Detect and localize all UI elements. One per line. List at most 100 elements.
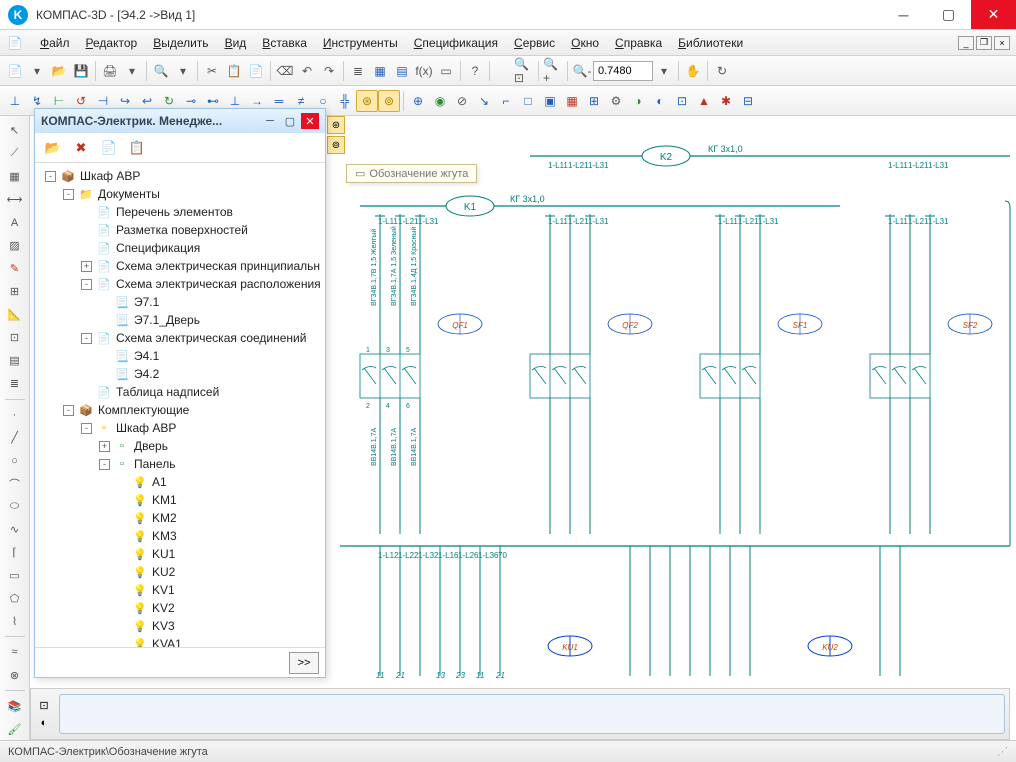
tree-item[interactable]: 💡KV3	[37, 617, 323, 635]
paste-button[interactable]: 📄	[245, 60, 267, 82]
vt-circle[interactable]: ○	[3, 450, 27, 472]
new-button[interactable]: 📄	[4, 60, 26, 82]
tree-item[interactable]: 💡KM2	[37, 509, 323, 527]
tree-item[interactable]: 📃Э7.1	[37, 293, 323, 311]
tree-item[interactable]: 💡KM1	[37, 491, 323, 509]
vt-reports[interactable]: ≣	[3, 373, 27, 395]
tb2-20[interactable]: ◉	[429, 90, 451, 112]
cmd-icon-2[interactable]: ◐	[35, 715, 53, 731]
tb2-34[interactable]: ⊟	[737, 90, 759, 112]
vt-select[interactable]: ⊡	[3, 327, 27, 349]
tree-item[interactable]: +▫Дверь	[37, 437, 323, 455]
tree-expander[interactable]: -	[81, 423, 92, 434]
tree-item[interactable]: -📦Шкаф АВР	[37, 167, 323, 185]
harness-marking-button[interactable]: ⊛	[356, 90, 378, 112]
tree-item[interactable]: -📁Документы	[37, 185, 323, 203]
tree-expander[interactable]: -	[81, 333, 92, 344]
vt-contour[interactable]: ⌇	[3, 610, 27, 632]
vt-arc[interactable]: ⌒	[3, 473, 27, 495]
resize-grip[interactable]: ⋰	[997, 745, 1008, 758]
refresh-button[interactable]: ↻	[711, 60, 733, 82]
tree-item[interactable]: -▫Шкаф АВР	[37, 419, 323, 437]
vt-paint[interactable]: 🖌	[3, 718, 27, 740]
tb2-24[interactable]: □	[517, 90, 539, 112]
tool-harness-1[interactable]: ⊛	[327, 116, 345, 134]
mdi-restore[interactable]: ❐	[976, 36, 992, 50]
tree-item[interactable]: 📃Э4.2	[37, 365, 323, 383]
tb2-27[interactable]: ⊞	[583, 90, 605, 112]
tb2-32[interactable]: ▲	[693, 90, 715, 112]
menu-help[interactable]: Справка	[607, 36, 670, 50]
tb2-31[interactable]: ⊡	[671, 90, 693, 112]
tree-item[interactable]: 💡KV1	[37, 581, 323, 599]
panel-delete[interactable]: ✖	[69, 137, 93, 159]
cut-button[interactable]: ✂	[201, 60, 223, 82]
tree-expander[interactable]: -	[63, 189, 74, 200]
tree-item[interactable]: 📃Э7.1_Дверь	[37, 311, 323, 329]
tb2-25[interactable]: ▣	[539, 90, 561, 112]
copy-button[interactable]: 📋	[223, 60, 245, 82]
vt-spec[interactable]: ▤	[3, 350, 27, 372]
tree-item[interactable]: 📃Э4.1	[37, 347, 323, 365]
vt-segment[interactable]: ╱	[3, 427, 27, 449]
tree-item[interactable]: 💡A1	[37, 473, 323, 491]
tree-item[interactable]: 💡KV2	[37, 599, 323, 617]
tb2-28[interactable]: ⚙	[605, 90, 627, 112]
close-button[interactable]: ✕	[971, 0, 1016, 29]
panel-titlebar[interactable]: КОМПАС-Электрик. Менедже... ─ ▢ ✕	[35, 109, 325, 133]
tree-expander[interactable]: -	[99, 459, 110, 470]
mdi-minimize[interactable]: _	[958, 36, 974, 50]
vt-line[interactable]: ⟋	[3, 143, 27, 165]
tree-item[interactable]: -📄Схема электрическая расположения	[37, 275, 323, 293]
maximize-button[interactable]: ▢	[926, 0, 971, 29]
save-button[interactable]: 💾	[70, 60, 92, 82]
cmd-icon-1[interactable]: ⊡	[35, 697, 53, 713]
panel-close[interactable]: ✕	[301, 113, 319, 129]
vt-ellipse[interactable]: ⬭	[3, 496, 27, 518]
vt-dim[interactable]: ⟷	[3, 189, 27, 211]
tb2-33[interactable]: ✱	[715, 90, 737, 112]
minimize-button[interactable]: ─	[881, 0, 926, 29]
mdi-close[interactable]: ×	[994, 36, 1010, 50]
vt-measure[interactable]: 📐	[3, 304, 27, 326]
tb2-22[interactable]: ↘	[473, 90, 495, 112]
tree-item[interactable]: 📄Спецификация	[37, 239, 323, 257]
tb2-23[interactable]: ⌐	[495, 90, 517, 112]
tree-expander[interactable]: -	[63, 405, 74, 416]
vt-rect[interactable]: ▭	[3, 564, 27, 586]
zoom-in-button[interactable]: 🔍+	[542, 60, 564, 82]
print-button[interactable]: 🖨	[99, 60, 121, 82]
tree-item[interactable]: 💡KVA1	[37, 635, 323, 647]
vt-grid[interactable]: ▦	[3, 166, 27, 188]
tb2-1[interactable]: ⊥	[4, 90, 26, 112]
tb2-16[interactable]: ╬	[334, 90, 356, 112]
tree-item[interactable]: 📄Таблица надписей	[37, 383, 323, 401]
panel-open[interactable]: 📂	[41, 137, 65, 159]
vt-fillet[interactable]: ⌈	[3, 541, 27, 563]
tree-expander[interactable]: -	[81, 279, 92, 290]
project-tree[interactable]: -📦Шкаф АВР-📁Документы📄Перечень элементов…	[35, 163, 325, 647]
vt-cursor[interactable]: ↖	[3, 120, 27, 142]
menu-service[interactable]: Сервис	[506, 36, 563, 50]
tree-item[interactable]: -📄Схема электрическая соединений	[37, 329, 323, 347]
panel-maximize[interactable]: ▢	[281, 113, 299, 129]
menu-insert[interactable]: Вставка	[254, 36, 315, 50]
redo-button[interactable]: ↷	[318, 60, 340, 82]
tree-expander[interactable]: +	[99, 441, 110, 452]
tb2-29[interactable]: ◑	[627, 90, 649, 112]
fx-button[interactable]: f(x)	[413, 60, 435, 82]
command-field[interactable]	[59, 694, 1005, 734]
tree-item[interactable]: -▫Панель	[37, 455, 323, 473]
print-dd[interactable]: ▾	[121, 60, 143, 82]
tree-item[interactable]: 💡KM3	[37, 527, 323, 545]
tb2-18[interactable]: ⊚	[378, 90, 400, 112]
vt-hatch[interactable]: ▨	[3, 235, 27, 257]
tree-item[interactable]: 💡KU1	[37, 545, 323, 563]
menu-window[interactable]: Окно	[563, 36, 607, 50]
tree-item[interactable]: 📄Разметка поверхностей	[37, 221, 323, 239]
zoom-dd[interactable]: ▾	[653, 60, 675, 82]
menu-file[interactable]: Файл	[32, 36, 78, 50]
preview-button[interactable]: 🔍	[150, 60, 172, 82]
menu-view[interactable]: Вид	[217, 36, 255, 50]
vt-eq1[interactable]: ≈	[3, 641, 27, 663]
